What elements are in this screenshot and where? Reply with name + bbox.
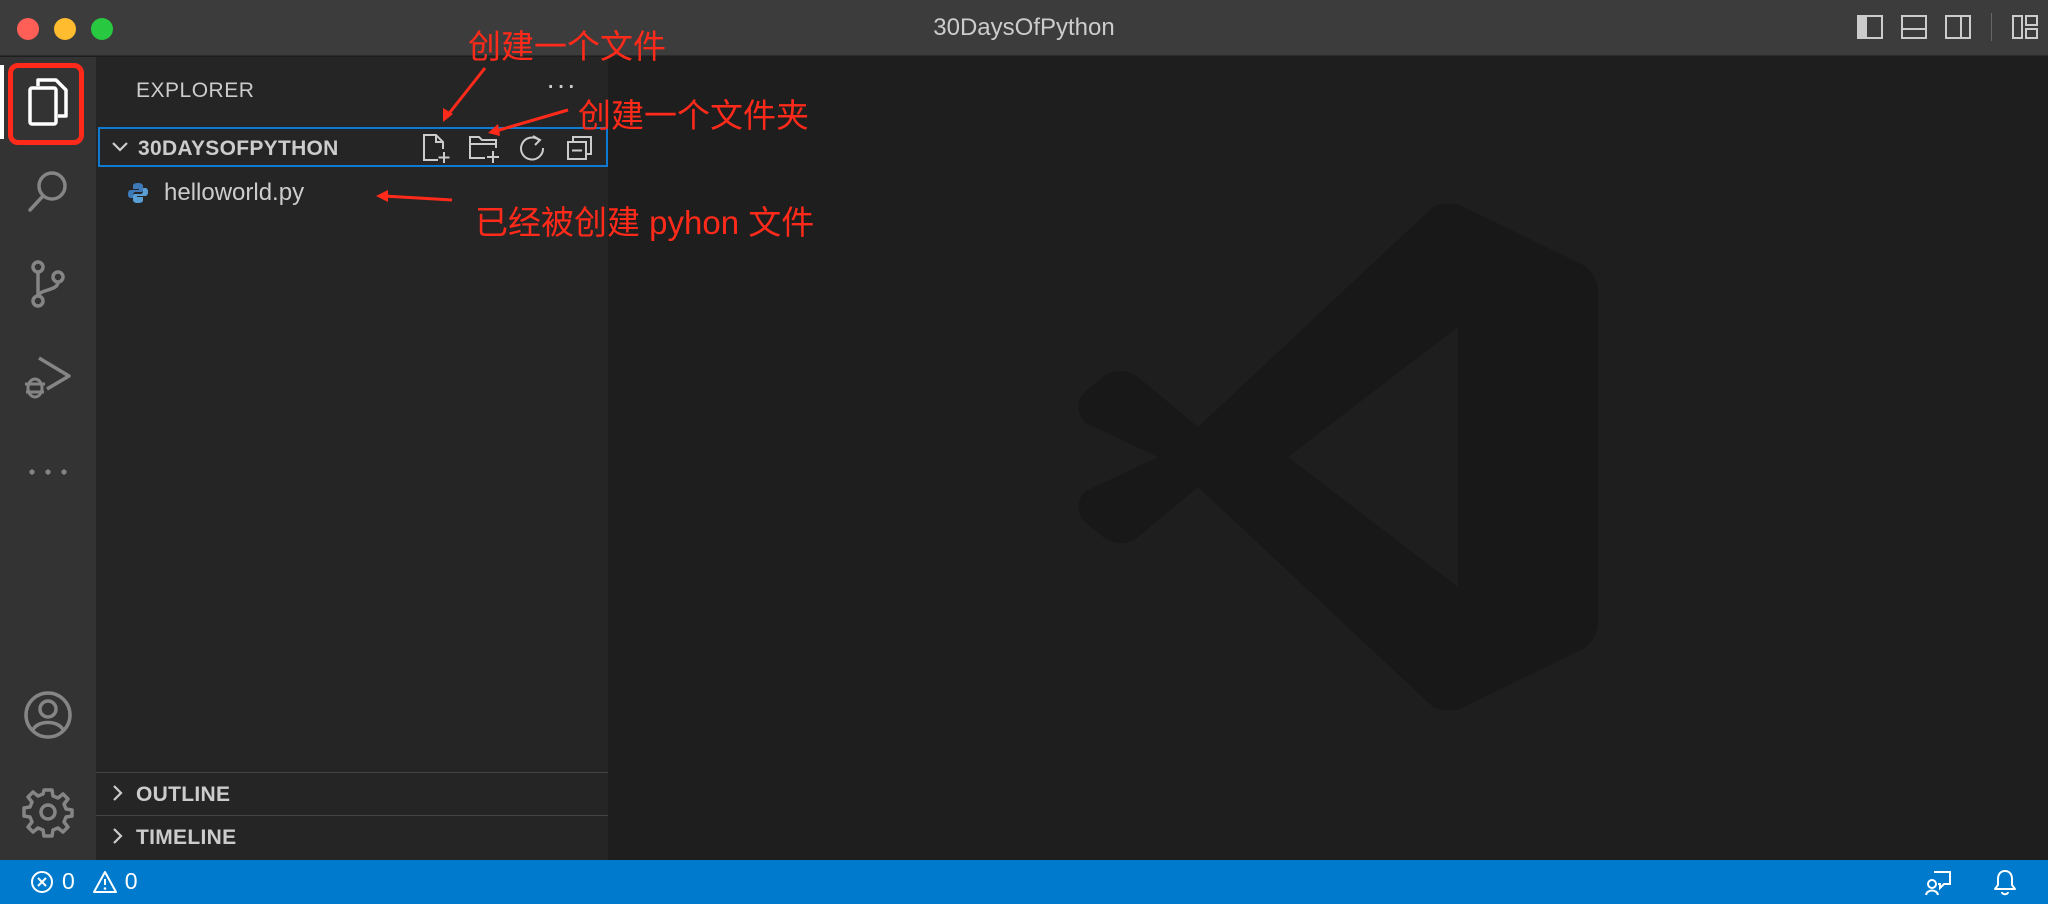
toggle-panel-icon[interactable] [1899,12,1929,42]
account-icon [24,691,72,739]
chevron-right-icon [113,828,123,844]
refresh-explorer-button[interactable] [516,132,548,164]
vscode-logo-watermark [1078,203,1598,711]
collapse-all-icon [567,136,592,160]
window-title: 30DaysOfPython [933,14,1115,41]
outline-label: OUTLINE [136,783,231,806]
error-icon [31,870,53,893]
explorer-sidebar: EXPLORER ··· 30DAYSOFPYTHON helloworld.p… [96,57,608,860]
new-folder-icon [469,136,499,163]
status-bar: 0 0 [0,860,2048,904]
outline-section[interactable]: OUTLINE [96,772,608,814]
search-activity[interactable] [0,147,96,237]
title-bar: 30DaysOfPython [0,0,2048,56]
customize-layout-icon[interactable] [2010,12,2040,42]
error-count: 0 [62,868,75,894]
more-icon [29,469,67,475]
file-name: helloworld.py [164,179,305,206]
search-icon [28,171,67,212]
folder-actions [420,132,596,164]
run-debug-icon [25,356,71,399]
toggle-secondary-sidebar-icon[interactable] [1943,12,1973,42]
bell-icon[interactable] [1992,868,2018,896]
annotation-new-file: 创建一个文件 [468,28,666,65]
gear-icon [22,788,74,838]
manage-activity[interactable] [0,767,96,857]
workspace-folder-row[interactable]: 30DAYSOFPYTHON [98,127,608,167]
chevron-down-icon [112,142,128,152]
source-control-icon [31,260,65,308]
activity-bar [0,57,96,860]
layout-controls [1855,12,2040,42]
annotation-highlight-box [8,63,84,145]
annotation-created-file: 已经被创建 pyhon 文件 [475,204,815,241]
warning-icon [92,870,117,893]
new-file-button[interactable] [420,132,452,164]
more-views-activity[interactable] [0,427,96,517]
new-file-icon [423,134,450,163]
feedback-icon[interactable] [1924,868,1952,896]
new-folder-button[interactable] [468,132,500,164]
run-debug-activity[interactable] [0,332,96,422]
python-file-icon [128,183,148,203]
accounts-activity[interactable] [0,670,96,760]
timeline-section[interactable]: TIMELINE [96,815,608,857]
layout-separator [1991,13,1992,41]
annotation-new-folder: 创建一个文件夹 [578,97,809,134]
explorer-activity[interactable] [0,57,96,147]
source-control-activity[interactable] [0,239,96,329]
sidebar-title: EXPLORER [136,79,255,102]
refresh-icon [520,135,545,161]
editor-area[interactable] [608,57,2048,860]
sidebar-more-actions-icon[interactable]: ··· [546,69,577,101]
warning-count: 0 [124,868,138,894]
status-right-items [1924,868,2018,896]
chevron-right-icon [113,785,123,801]
workspace-folder-name: 30DAYSOFPYTHON [138,137,339,160]
toggle-primary-sidebar-icon[interactable] [1855,12,1885,42]
problems-status[interactable]: 0 0 [30,868,148,895]
timeline-label: TIMELINE [136,826,237,849]
